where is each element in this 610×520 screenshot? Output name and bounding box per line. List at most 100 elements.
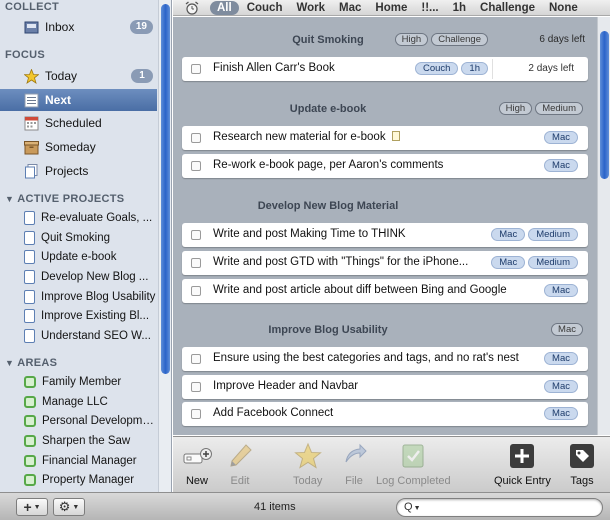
filter-tag-mac[interactable]: Mac bbox=[339, 2, 361, 14]
project-icon bbox=[24, 309, 35, 323]
sidebar-item-inbox[interactable]: Inbox 19 bbox=[0, 17, 157, 37]
task-tag: 1h bbox=[461, 62, 488, 75]
search-icon[interactable]: Q▼ bbox=[404, 501, 421, 513]
plus-icon: + bbox=[23, 499, 32, 515]
sidebar-item-label: Scheduled bbox=[45, 116, 102, 130]
sidebar-item-today[interactable]: Today 1 bbox=[0, 66, 157, 86]
search-input[interactable] bbox=[431, 500, 596, 515]
new-button[interactable]: New bbox=[183, 442, 212, 487]
sidebar-area-item[interactable]: Property Manager bbox=[0, 470, 157, 490]
task-title: Write and post article about diff betwee… bbox=[213, 284, 507, 296]
active-projects-header[interactable]: ▼ ACTIVE PROJECTS bbox=[5, 193, 124, 205]
filter-tag-challenge[interactable]: Challenge bbox=[480, 2, 535, 14]
task-checkbox[interactable] bbox=[191, 230, 201, 240]
task-row[interactable]: Research new material for e-book Mac bbox=[182, 126, 588, 150]
sidebar-project-item[interactable]: Quit Smoking bbox=[0, 228, 157, 248]
project-header[interactable]: Develop New Blog Material bbox=[173, 197, 597, 217]
disclosure-triangle-icon[interactable]: ▼ bbox=[5, 194, 14, 204]
sidebar-item-label: Manage LLC bbox=[42, 396, 108, 408]
filter-tag-none[interactable]: None bbox=[549, 2, 578, 14]
sidebar-area-item[interactable]: Family Member bbox=[0, 372, 157, 392]
sidebar: COLLECT Inbox 19 FOCUS Today 1 Next Sche… bbox=[0, 0, 172, 492]
task-checkbox[interactable] bbox=[191, 64, 201, 74]
tags-button[interactable]: Tags bbox=[568, 442, 596, 487]
filter-tag-couch[interactable]: Couch bbox=[247, 2, 283, 14]
focus-header: FOCUS bbox=[5, 49, 45, 61]
sidebar-item-someday[interactable]: Someday bbox=[0, 137, 157, 157]
task-title: Finish Allen Carr's Book bbox=[213, 62, 335, 74]
area-icon bbox=[24, 455, 36, 467]
edit-button[interactable]: Edit bbox=[226, 442, 254, 487]
project-header[interactable]: Update e-book High Medium bbox=[173, 100, 597, 120]
disclosure-triangle-icon[interactable]: ▼ bbox=[5, 358, 14, 368]
task-checkbox[interactable] bbox=[191, 161, 201, 171]
area-icon bbox=[24, 396, 36, 408]
action-gear-button[interactable]: ⚙ ▼ bbox=[53, 498, 85, 516]
task-checkbox[interactable] bbox=[191, 382, 201, 392]
sidebar-item-scheduled[interactable]: Scheduled bbox=[0, 113, 157, 133]
project-icon bbox=[24, 270, 35, 284]
today-button[interactable]: Today bbox=[293, 442, 322, 487]
task-tag: Mac bbox=[544, 407, 578, 420]
filter-tag-home[interactable]: Home bbox=[375, 2, 407, 14]
sidebar-area-item[interactable]: Sharpen the Saw bbox=[0, 431, 157, 451]
sidebar-area-item[interactable]: Personal Development bbox=[0, 411, 157, 431]
log-completed-button[interactable]: Log Completed bbox=[376, 442, 451, 487]
project-title: Update e-book bbox=[289, 103, 367, 115]
task-checkbox[interactable] bbox=[191, 258, 201, 268]
project-tags: High Challenge bbox=[394, 33, 488, 46]
task-checkbox[interactable] bbox=[191, 409, 201, 419]
tag-icon bbox=[568, 442, 596, 470]
sidebar-item-projects[interactable]: Projects bbox=[0, 161, 157, 181]
sidebar-project-item[interactable]: Understand SEO W... bbox=[0, 326, 157, 346]
task-row[interactable]: Finish Allen Carr's Book Couch 1h 2 days… bbox=[182, 57, 588, 81]
sidebar-item-label: Family Member bbox=[42, 376, 122, 388]
project-icon bbox=[24, 290, 35, 304]
task-title-wrap: Research new material for e-book bbox=[213, 131, 400, 143]
task-row[interactable]: Re-work e-book page, per Aaron's comment… bbox=[182, 154, 588, 178]
new-todo-icon bbox=[183, 442, 212, 470]
sidebar-item-next[interactable]: Next bbox=[0, 89, 157, 111]
sidebar-item-label: Next bbox=[45, 93, 72, 107]
sidebar-project-item[interactable]: Improve Blog Usability bbox=[0, 287, 157, 307]
sidebar-area-item[interactable]: Manage LLC bbox=[0, 392, 157, 412]
filter-tag-work[interactable]: Work bbox=[296, 2, 325, 14]
sidebar-scrollbar[interactable] bbox=[158, 0, 171, 492]
log-completed-label: Log Completed bbox=[376, 475, 451, 487]
sidebar-project-item[interactable]: Re-evaluate Goals, ... bbox=[0, 208, 157, 228]
task-title: Add Facebook Connect bbox=[213, 407, 334, 419]
quick-entry-button[interactable]: Quick Entry bbox=[494, 442, 551, 487]
filter-tag-all[interactable]: All bbox=[210, 0, 239, 15]
sidebar-item-label: Improve Blog Usability bbox=[41, 291, 156, 303]
task-tag: Mac bbox=[544, 352, 578, 365]
project-header[interactable]: Improve Blog Usability Mac bbox=[173, 321, 597, 341]
logbook-icon bbox=[399, 442, 427, 470]
add-menu-button[interactable]: + ▼ bbox=[16, 498, 48, 516]
task-checkbox[interactable] bbox=[191, 133, 201, 143]
sidebar-area-item[interactable]: Financial Manager bbox=[0, 451, 157, 471]
file-button[interactable]: File bbox=[340, 442, 368, 487]
sidebar-project-item[interactable]: Improve Existing Bl... bbox=[0, 306, 157, 326]
task-row[interactable]: Write and post article about diff betwee… bbox=[182, 279, 588, 303]
task-list-scrollbar[interactable] bbox=[597, 17, 610, 435]
filter-tag-priority[interactable]: !!... bbox=[421, 2, 438, 14]
project-header[interactable]: Quit Smoking High Challenge 6 days left bbox=[173, 31, 597, 51]
sidebar-scroll-thumb[interactable] bbox=[161, 4, 170, 374]
alarm-clock-icon[interactable] bbox=[184, 0, 200, 15]
filter-tag-1h[interactable]: 1h bbox=[453, 2, 466, 14]
task-checkbox[interactable] bbox=[191, 286, 201, 296]
task-row[interactable]: Add Facebook Connect Mac bbox=[182, 402, 588, 426]
sidebar-project-item[interactable]: Update e-book bbox=[0, 247, 157, 267]
task-row[interactable]: Improve Header and Navbar Mac bbox=[182, 375, 588, 399]
search-field[interactable]: Q▼ bbox=[396, 498, 603, 517]
task-row[interactable]: Write and post Making Time to THINK Mac … bbox=[182, 223, 588, 247]
sidebar-project-item[interactable]: Develop New Blog ... bbox=[0, 267, 157, 287]
task-row[interactable]: Ensure using the best categories and tag… bbox=[182, 347, 588, 371]
task-list-scroll-thumb[interactable] bbox=[600, 31, 609, 179]
task-checkbox[interactable] bbox=[191, 354, 201, 364]
area-icon bbox=[24, 376, 36, 388]
areas-header[interactable]: ▼ AREAS bbox=[5, 357, 57, 369]
task-tags: Mac bbox=[544, 284, 578, 297]
task-row[interactable]: Write and post GTD with "Things" for the… bbox=[182, 251, 588, 275]
sidebar-item-label: Financial Manager bbox=[42, 455, 137, 467]
